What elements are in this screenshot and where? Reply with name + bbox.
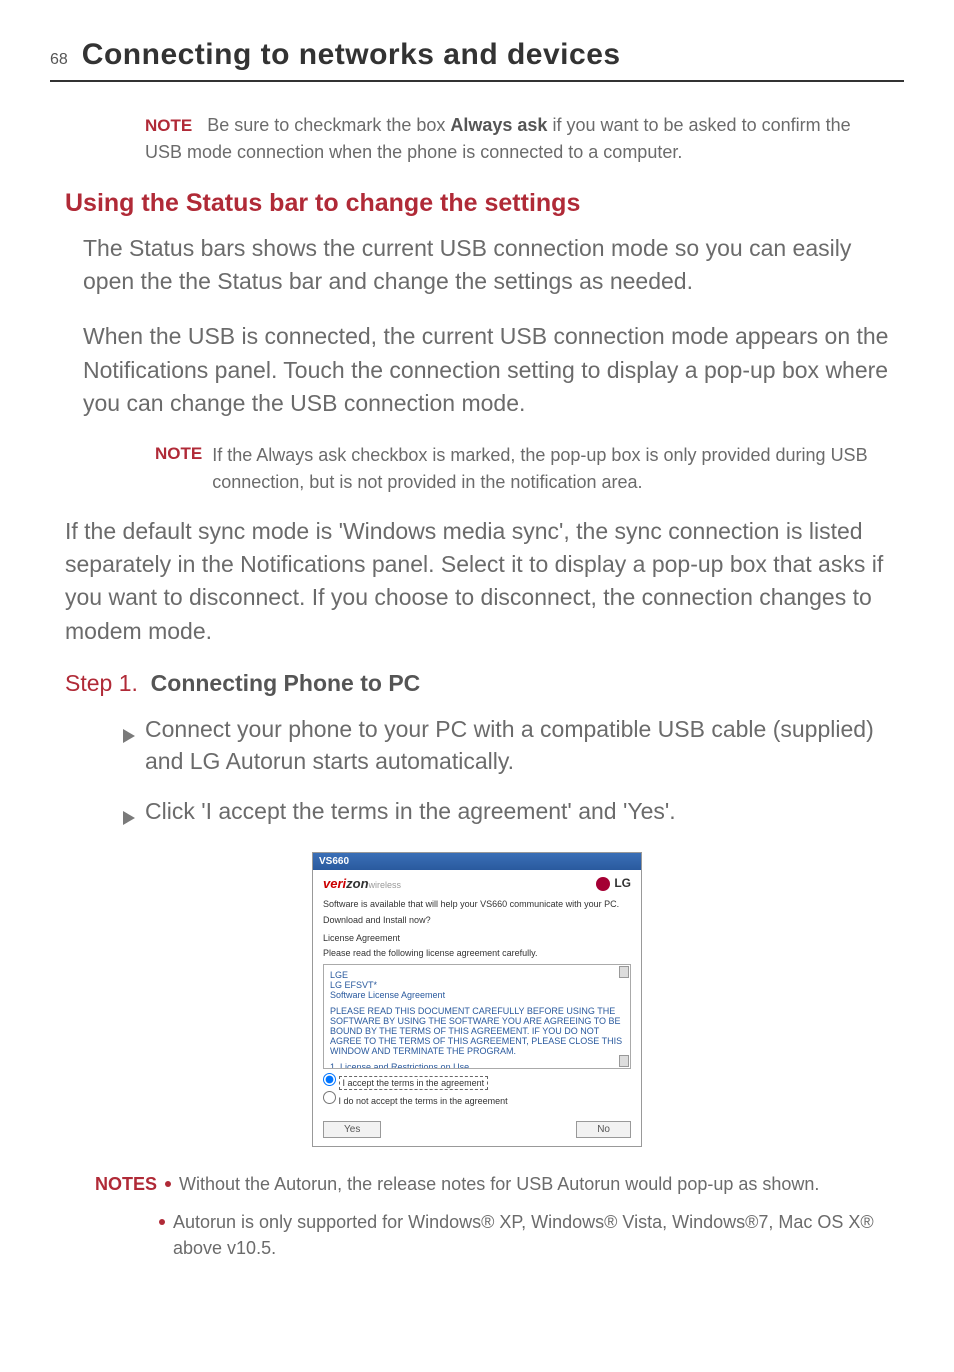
notes-item-2: Autorun is only supported for Windows® X… [173,1209,889,1261]
verizon-logo: verizonwireless [323,876,401,891]
no-button[interactable]: No [576,1121,631,1138]
lg-logo-text: LG [614,876,631,890]
license-instruction: Please read the following license agreem… [323,948,631,960]
triangle-bullet-icon [123,719,135,777]
note-bold-text: Always ask [450,115,547,135]
notes-block: NOTES Without the Autorun, the release n… [95,1171,889,1197]
step-title: Connecting Phone to PC [151,670,421,696]
verizon-zon: zon [346,876,368,891]
bullet-item-2: Click 'I accept the terms in the agreeme… [123,795,889,833]
radio-decline-row[interactable]: I do not accept the terms in the agreeme… [323,1091,631,1106]
step-1-heading: Step 1. Connecting Phone to PC [65,670,889,697]
step-label: Step 1. [65,670,138,696]
installer-dialog-screenshot: VS660 verizonwireless LG Software is ava… [312,852,642,1147]
dialog-text-1: Software is available that will help you… [323,899,631,911]
license-section-1: 1. License and Restrictions on Use. [330,1062,624,1069]
bullet-text: Connect your phone to your PC with a com… [145,713,889,777]
lg-circle-icon [596,877,610,891]
page-number: 68 [50,51,68,69]
bullet-text: Click 'I accept the terms in the agreeme… [145,795,676,833]
note-text-before: Be sure to checkmark the box [207,115,450,135]
dialog-footer: Yes No [313,1117,641,1146]
dialog-body: Software is available that will help you… [313,895,641,1117]
note-label: NOTE [145,116,192,135]
page-header: 68 Connecting to networks and devices [50,0,904,82]
license-line-1: LGE [330,970,624,980]
note-block-2: NOTE If the Always ask checkbox is marke… [155,442,889,494]
paragraph-3: If the default sync mode is 'Windows med… [65,515,889,648]
lg-logo-wrap: LG [596,876,631,892]
bullet-item-1: Connect your phone to your PC with a com… [123,713,889,777]
radio-decline-label: I do not accept the terms in the agreeme… [339,1096,508,1106]
dot-bullet-icon [165,1181,171,1187]
paragraph-2: When the USB is connected, the current U… [83,320,889,420]
note-text: If the Always ask checkbox is marked, th… [212,442,889,494]
yes-button[interactable]: Yes [323,1121,381,1138]
dialog-brand-header: verizonwireless LG [313,870,641,896]
license-body: PLEASE READ THIS DOCUMENT CAREFULLY BEFO… [330,1006,624,1056]
dialog-titlebar: VS660 [313,853,641,870]
paragraph-1: The Status bars shows the current USB co… [83,232,889,299]
verizon-veri: veri [323,876,346,891]
notes-item-1: Without the Autorun, the release notes f… [179,1171,819,1197]
notes-label: NOTES [95,1171,157,1197]
scroll-up-icon[interactable] [619,966,629,978]
notes-sub-item: Autorun is only supported for Windows® X… [159,1209,889,1261]
license-line-2: LG EFSVT* [330,980,624,990]
license-text-box[interactable]: LGE LG EFSVT* Software License Agreement… [323,964,631,1069]
radio-decline[interactable] [323,1091,336,1104]
license-agreement-label: License Agreement [323,933,631,945]
radio-accept-row[interactable]: I accept the terms in the agreement [323,1073,631,1088]
verizon-wireless: wireless [369,880,402,890]
radio-accept-label: I accept the terms in the agreement [339,1076,489,1090]
note-label: NOTE [155,442,202,494]
scroll-down-icon[interactable] [619,1055,629,1067]
triangle-bullet-icon [123,801,135,833]
section-title: Connecting to networks and devices [82,38,621,72]
dot-bullet-icon [159,1219,165,1225]
dialog-text-2: Download and Install now? [323,915,631,927]
license-line-3: Software License Agreement [330,990,624,1000]
note-block-1: NOTE Be sure to checkmark the box Always… [145,112,889,165]
subheading-status-bar: Using the Status bar to change the setti… [65,189,889,218]
dialog-window: VS660 verizonwireless LG Software is ava… [312,852,642,1147]
page-content: NOTE Be sure to checkmark the box Always… [0,112,954,1261]
radio-accept[interactable] [323,1073,336,1086]
